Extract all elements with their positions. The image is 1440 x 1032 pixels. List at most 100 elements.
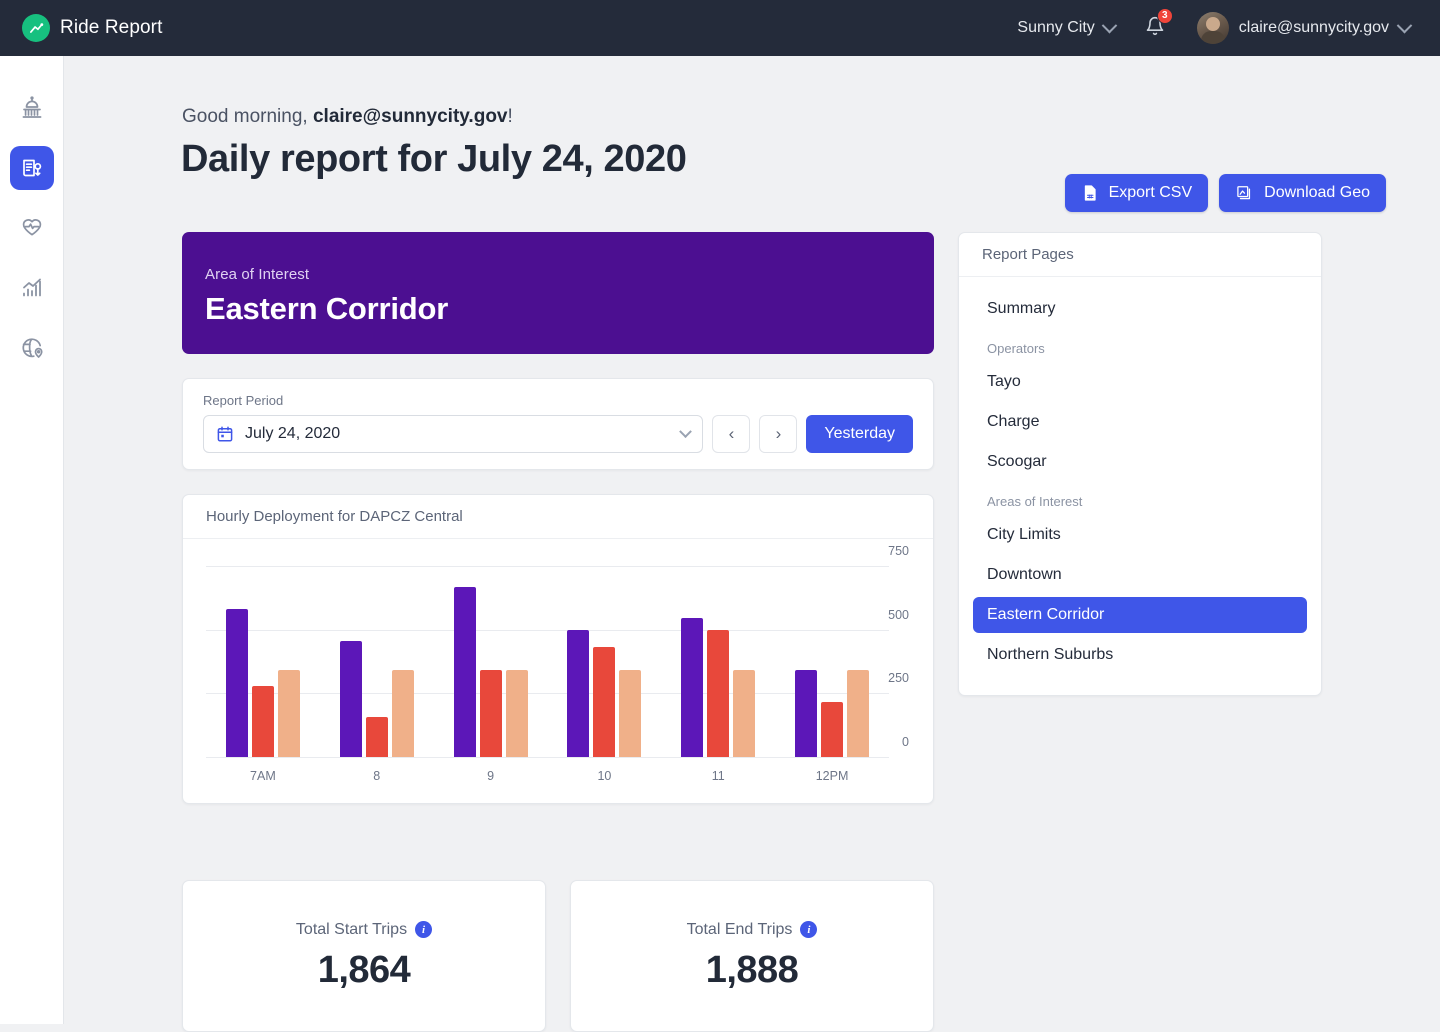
brand-name: Ride Report (60, 17, 162, 39)
export-csv-button[interactable]: Export CSV (1065, 174, 1209, 212)
chart-bar[interactable] (366, 717, 388, 757)
sidebar-item-health[interactable] (10, 206, 54, 250)
chart-bar[interactable] (821, 702, 843, 757)
yesterday-shortcut-button[interactable]: Yesterday (806, 415, 913, 453)
chart-y-axis-tick: 250 (888, 671, 909, 685)
topbar-right-group: Sunny City 3 claire@sunnycity.gov (1007, 8, 1416, 48)
sidebar-item-analytics[interactable] (10, 266, 54, 310)
total-start-trips-label: Total Start Trips i (296, 921, 432, 939)
chart-bar-group: 12PM (775, 539, 889, 757)
chart-bar[interactable] (392, 670, 414, 757)
chart-plot-area: 75050025007AM89101112PM (183, 539, 933, 803)
greeting-user: claire@sunnycity.gov (313, 106, 508, 127)
chart-bar[interactable] (593, 647, 615, 757)
next-day-button[interactable]: › (759, 415, 797, 453)
chart-bar[interactable] (278, 670, 300, 757)
brand-logo-link[interactable]: Ride Report (22, 14, 162, 42)
chart-bar-group: 10 (547, 539, 661, 757)
chart-y-axis-tick: 500 (888, 608, 909, 622)
page-title: Daily report for July 24, 2020 (181, 138, 686, 181)
download-geo-label: Download Geo (1264, 184, 1370, 202)
csv-file-icon (1081, 184, 1099, 202)
report-page-link-eastern-corridor[interactable]: Eastern Corridor (973, 597, 1307, 633)
report-pages-header: Report Pages (959, 233, 1321, 277)
chart-y-axis-tick: 0 (902, 735, 909, 749)
total-start-trips-value: 1,864 (318, 949, 411, 992)
stat-label-text: Total Start Trips (296, 921, 407, 939)
city-selector[interactable]: Sunny City (1007, 13, 1124, 43)
sidebar-item-agency[interactable] (10, 86, 54, 130)
health-icon (20, 216, 44, 240)
notification-count-badge: 3 (1157, 8, 1173, 24)
user-email-label: claire@sunnycity.gov (1239, 19, 1389, 37)
chart-bar[interactable] (506, 670, 528, 757)
report-page-link-northern-suburbs[interactable]: Northern Suburbs (973, 637, 1307, 673)
reports-icon (20, 156, 44, 180)
report-page-link-downtown[interactable]: Downtown (973, 557, 1307, 593)
chart-bar[interactable] (252, 686, 274, 757)
total-end-trips-value: 1,888 (706, 949, 799, 992)
report-page-link-charge[interactable]: Charge (973, 404, 1307, 440)
report-page-link-summary[interactable]: Summary (973, 291, 1307, 327)
chart-x-axis-tick: 8 (373, 769, 380, 783)
greeting-line: Good morning, claire@sunnycity.gov! (182, 106, 513, 128)
chart-bar[interactable] (340, 641, 362, 757)
analytics-icon (20, 276, 44, 300)
report-period-controls: July 24, 2020 ‹ › Yesterday (203, 415, 913, 453)
date-select-value: July 24, 2020 (245, 425, 340, 443)
area-of-interest-banner: Area of Interest Eastern Corridor (182, 232, 934, 354)
user-menu[interactable]: claire@sunnycity.gov (1187, 8, 1416, 48)
greeting-prefix: Good morning, (182, 106, 313, 127)
export-csv-label: Export CSV (1109, 184, 1193, 202)
top-navigation-bar: Ride Report Sunny City 3 claire@sunnycit… (0, 0, 1440, 56)
chart-header: Hourly Deployment for DAPCZ Central (183, 495, 933, 539)
report-page-link-scoogar[interactable]: Scoogar (973, 444, 1307, 480)
chart-bar-group: 8 (320, 539, 434, 757)
chart-bar[interactable] (619, 670, 641, 757)
hourly-deployment-chart-card: Hourly Deployment for DAPCZ Central 750 5… (182, 494, 934, 804)
report-pages-list: SummaryOperatorsTayoChargeScoogarAreas o… (959, 277, 1321, 695)
report-page-link-city-limits[interactable]: City Limits (973, 517, 1307, 553)
chart-bar[interactable] (733, 670, 755, 757)
chart-bar-group: 9 (434, 539, 548, 757)
sidebar-item-map[interactable] (10, 326, 54, 370)
chart-bar[interactable] (567, 630, 589, 758)
info-icon[interactable]: i (415, 921, 432, 938)
previous-day-button[interactable]: ‹ (712, 415, 750, 453)
total-end-trips-card: Total End Trips i 1,888 (570, 880, 934, 1032)
area-of-interest-kicker: Area of Interest (205, 266, 934, 283)
total-end-trips-label: Total End Trips i (687, 921, 818, 939)
chart-bar[interactable] (795, 670, 817, 757)
download-geo-button[interactable]: Download Geo (1219, 174, 1386, 212)
geo-layers-icon (1235, 184, 1254, 202)
city-selector-label: Sunny City (1017, 19, 1094, 37)
chevron-down-icon (680, 425, 693, 438)
chart-gridline (206, 757, 889, 758)
sidebar-item-reports[interactable] (10, 146, 54, 190)
chart-bar[interactable] (226, 609, 248, 757)
report-pages-group-label: Operators (973, 341, 1307, 356)
chart-bars: 7AM89101112PM (206, 539, 889, 757)
chart-bar-group: 11 (661, 539, 775, 757)
chart-title: Hourly Deployment for DAPCZ Central (206, 508, 463, 525)
chevron-down-icon (1397, 17, 1413, 33)
chart-bar[interactable] (454, 587, 476, 757)
greeting-suffix: ! (508, 106, 513, 127)
chart-bar[interactable] (480, 670, 502, 757)
stat-label-text: Total End Trips (687, 921, 793, 939)
chart-bar[interactable] (707, 630, 729, 758)
chart-x-axis-tick: 10 (597, 769, 611, 783)
notifications-button[interactable]: 3 (1133, 9, 1177, 48)
chart-bar-group: 7AM (206, 539, 320, 757)
chart-bar[interactable] (847, 670, 869, 757)
report-pages-panel: Report Pages Summary Operators Tayo Charge S… (958, 232, 1322, 696)
chart-bar[interactable] (681, 618, 703, 757)
ride-report-logo-icon (22, 14, 50, 42)
chart-y-axis-tick: 750 (888, 544, 909, 558)
report-page-link-tayo[interactable]: Tayo (973, 364, 1307, 400)
left-navigation-rail (0, 56, 64, 1024)
info-icon[interactable]: i (800, 921, 817, 938)
date-select[interactable]: July 24, 2020 (203, 415, 703, 453)
chart-x-axis-tick: 12PM (816, 769, 849, 783)
total-start-trips-card: Total Start Trips i 1,864 (182, 880, 546, 1032)
